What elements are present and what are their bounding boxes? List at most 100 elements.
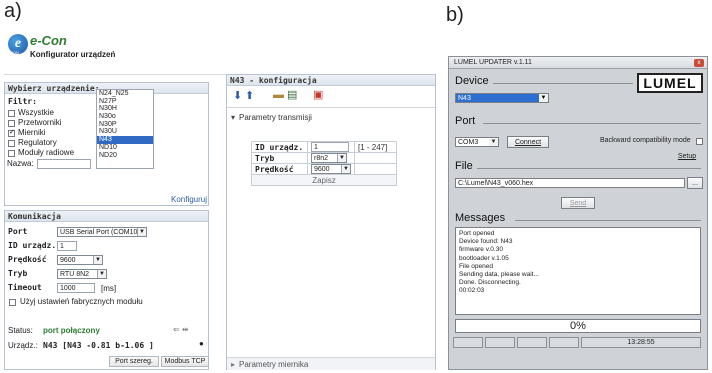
param-speed-value: 9600 bbox=[314, 166, 330, 173]
device-rule bbox=[493, 83, 633, 84]
port-select[interactable]: COM3 ▼ bbox=[455, 137, 499, 147]
configure-link[interactable]: Konfiguruj bbox=[171, 195, 207, 204]
filter-meters-label: Mierniki bbox=[18, 128, 46, 137]
window-title: LUMEL UPDATER v.1.11 bbox=[454, 59, 532, 66]
message-line: 00:02:03 bbox=[459, 287, 485, 295]
device-list-item[interactable]: ND10 bbox=[97, 144, 153, 152]
download-icon[interactable]: ⬇ bbox=[233, 90, 242, 102]
transmission-section-title[interactable]: Parametry transmisji bbox=[239, 113, 312, 122]
chevron-down-icon: ▼ bbox=[93, 256, 102, 264]
reset-icon[interactable]: ▣ bbox=[313, 89, 323, 101]
file-rule bbox=[477, 168, 701, 169]
close-icon[interactable]: x bbox=[694, 59, 704, 67]
device-status-value: N43 [N43 -0.81 b-1.06 ] bbox=[43, 341, 154, 350]
speed-select-value: 9600 bbox=[60, 257, 76, 264]
device-list-item[interactable]: N27P bbox=[97, 98, 153, 106]
param-range bbox=[354, 163, 397, 175]
messages-heading: Messages bbox=[455, 212, 506, 224]
filter-transducers-checkbox[interactable] bbox=[8, 120, 15, 127]
filter-all-label: Wszystkie bbox=[18, 108, 54, 117]
message-line: bootloader v.1.05 bbox=[459, 254, 509, 262]
configuration-title: N43 - konfiguracja bbox=[227, 75, 435, 86]
filter-radio-label: Moduły radiowe bbox=[18, 148, 75, 157]
status-time: 13:28:55 bbox=[581, 337, 701, 348]
table-row: Prędkość 9600 ▼ bbox=[251, 163, 397, 175]
open-folder-icon[interactable]: ▬ bbox=[273, 89, 284, 101]
status-cell bbox=[549, 337, 579, 348]
device-list-item[interactable]: N30U bbox=[97, 128, 153, 136]
device-heading: Device bbox=[455, 75, 489, 87]
meter-section-title: Parametry miernika bbox=[239, 360, 309, 369]
port-select[interactable]: USB Serial Port (COM10) ▼ bbox=[57, 227, 147, 237]
info-icon[interactable]: ● bbox=[199, 339, 204, 348]
device-list-item-selected[interactable]: N43 bbox=[97, 136, 153, 144]
file-path-input[interactable]: C:\Lumel\N43_v060.hex bbox=[455, 178, 685, 188]
meter-section-bar[interactable]: ▸ Parametry miernika bbox=[227, 357, 435, 370]
device-list-item[interactable]: N30o bbox=[97, 113, 153, 121]
app-subtitle: Konfigurator urządzeń bbox=[30, 50, 116, 59]
speed-select[interactable]: 9600 ▼ bbox=[57, 255, 103, 265]
device-select[interactable]: N43 ▼ bbox=[455, 93, 549, 103]
message-line: Device found: N43 bbox=[459, 238, 513, 246]
table-row: Tryb r8n2 ▼ bbox=[251, 152, 397, 164]
setup-button[interactable]: Setup bbox=[671, 151, 703, 163]
factory-settings-label: Użyj ustawień fabrycznych modułu bbox=[20, 297, 143, 306]
speed-label: Prędkość bbox=[8, 255, 47, 264]
mode-select[interactable]: RTU 8N2 ▼ bbox=[57, 269, 107, 279]
device-select-panel: Wybierz urządzenie: Filtr: Wszystkie Prz… bbox=[4, 82, 209, 206]
connect-button[interactable]: Connect bbox=[507, 136, 549, 148]
device-id-input[interactable]: 1 bbox=[57, 241, 77, 251]
file-heading: File bbox=[455, 160, 473, 172]
timeout-label: Timeout bbox=[8, 283, 42, 292]
name-label: Nazwa: bbox=[7, 159, 34, 168]
message-line: firmware v.0.30 bbox=[459, 246, 503, 254]
param-speed-select[interactable]: 9600 ▼ bbox=[311, 164, 351, 174]
transmission-params-table: ID urządz. 1 [1 - 247] Tryb r8n2 ▼ Prędko… bbox=[251, 141, 397, 186]
param-key: ID urządz. bbox=[251, 141, 308, 153]
backward-compat-label: Backward compatibility mode bbox=[600, 137, 691, 144]
modbus-tcp-button[interactable]: Modbus TCP bbox=[161, 356, 209, 367]
name-input[interactable] bbox=[37, 159, 91, 169]
econ-window: e CON e-Con Konfigurator urządzeń Wybier… bbox=[4, 32, 436, 370]
chevron-down-icon: ▼ bbox=[97, 270, 106, 278]
upload-icon[interactable]: ⬆ bbox=[245, 90, 254, 102]
communication-title: Komunikacja bbox=[5, 211, 208, 222]
save-button[interactable]: Zapisz bbox=[251, 174, 397, 186]
serial-port-button[interactable]: Port szereg. bbox=[109, 356, 159, 367]
send-button[interactable]: Send bbox=[561, 197, 595, 209]
connect-label: Connect bbox=[514, 139, 542, 146]
progress-bar: 0% bbox=[455, 319, 701, 333]
port-rule bbox=[483, 123, 701, 124]
configuration-panel: N43 - konfiguracja ⬇ ⬆ ▬ ▤ ▣ ▾ Parametry… bbox=[226, 74, 436, 370]
messages-rule bbox=[515, 220, 701, 221]
filter-controllers-checkbox[interactable] bbox=[8, 140, 15, 147]
section-expand-icon: ▸ bbox=[231, 360, 236, 369]
filter-controllers-label: Regulatory bbox=[18, 138, 57, 147]
filter-meters-checkbox[interactable] bbox=[8, 128, 15, 137]
message-line: Port opened bbox=[459, 230, 495, 237]
device-select-value: N43 bbox=[458, 95, 471, 102]
param-id-input[interactable]: 1 bbox=[311, 142, 349, 152]
filter-radio-checkbox[interactable] bbox=[8, 150, 15, 157]
messages-log[interactable]: Port opened Device found: N43 firmware v… bbox=[455, 227, 701, 315]
device-list-item[interactable]: N30H bbox=[97, 105, 153, 113]
section-collapse-icon[interactable]: ▾ bbox=[231, 113, 235, 122]
backward-compat-checkbox[interactable] bbox=[696, 138, 703, 145]
status-cell bbox=[485, 337, 515, 348]
param-mode-select[interactable]: r8n2 ▼ bbox=[311, 153, 347, 163]
app-name: e-Con bbox=[30, 33, 67, 48]
status-cell bbox=[453, 337, 483, 348]
device-list-item[interactable]: N24_N25 bbox=[97, 90, 153, 98]
param-key: Prędkość bbox=[251, 163, 308, 175]
device-listbox[interactable]: N24_N25 N27P N30H N30o N30P N30U N43 ND1… bbox=[96, 89, 154, 169]
browse-button[interactable]: ... bbox=[687, 177, 703, 189]
device-list-item[interactable]: N30P bbox=[97, 121, 153, 129]
filter-transducers-label: Przetworniki bbox=[18, 118, 62, 127]
timeout-input[interactable]: 1000 bbox=[57, 283, 95, 293]
device-list-item[interactable]: ND20 bbox=[97, 152, 153, 160]
save-icon[interactable]: ▤ bbox=[287, 89, 297, 101]
filter-all-checkbox[interactable] bbox=[8, 110, 15, 117]
communication-panel: Komunikacja Port USB Serial Port (COM10)… bbox=[4, 210, 209, 370]
factory-settings-checkbox[interactable] bbox=[9, 299, 16, 306]
toolbar-divider bbox=[227, 107, 435, 108]
